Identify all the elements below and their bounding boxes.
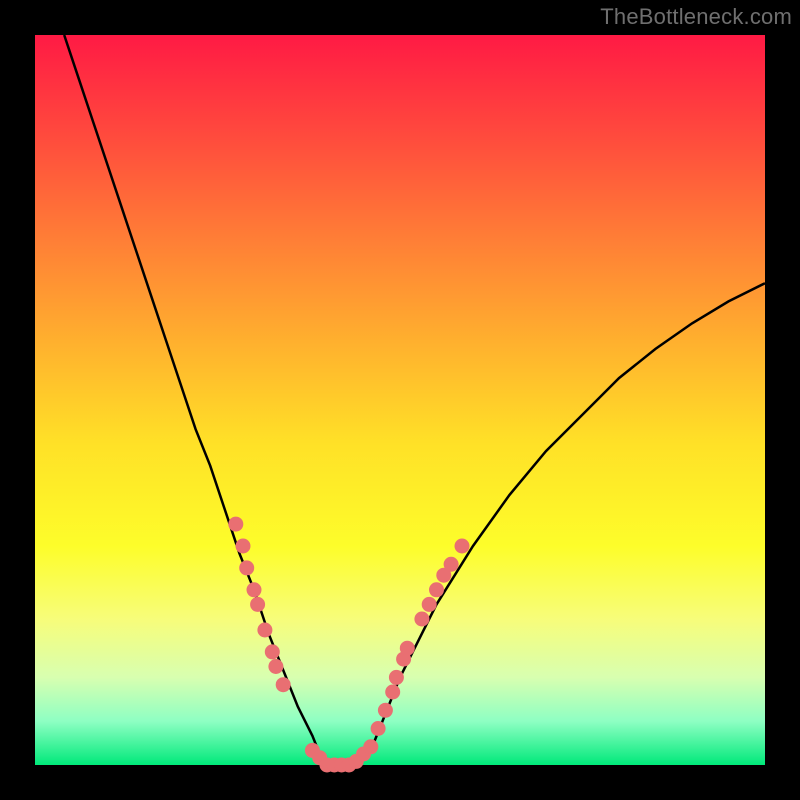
bottleneck-curve: [64, 35, 765, 765]
data-marker: [371, 721, 386, 736]
data-marker: [239, 560, 254, 575]
data-marker: [268, 659, 283, 674]
data-marker: [250, 597, 265, 612]
data-marker: [363, 739, 378, 754]
data-marker: [236, 539, 251, 554]
data-marker: [276, 677, 291, 692]
chart-container: TheBottleneck.com: [0, 0, 800, 800]
data-marker: [455, 539, 470, 554]
data-marker: [378, 703, 393, 718]
data-marker: [414, 612, 429, 627]
data-marker: [444, 557, 459, 572]
data-marker: [265, 644, 280, 659]
data-marker: [247, 582, 262, 597]
data-marker: [400, 641, 415, 656]
data-marker: [385, 685, 400, 700]
data-marker: [429, 582, 444, 597]
data-marker: [228, 517, 243, 532]
data-marker: [257, 623, 272, 638]
data-marker: [389, 670, 404, 685]
curve-overlay: [0, 0, 800, 800]
data-marker: [422, 597, 437, 612]
